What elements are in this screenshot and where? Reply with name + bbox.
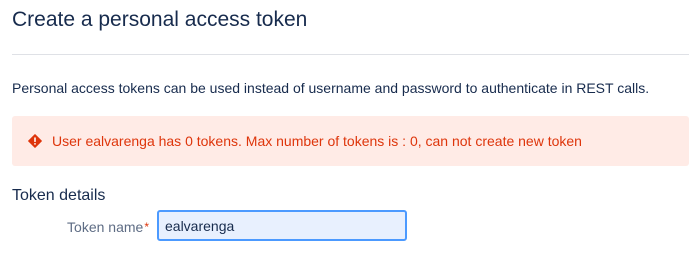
required-marker: * [144,220,149,234]
error-icon [28,134,42,148]
token-details-heading: Token details [12,187,106,204]
token-name-input[interactable] [157,210,407,241]
token-name-label-text: Token name [67,219,144,235]
page-title: Create a personal access token [12,8,308,31]
title-divider [12,54,689,55]
error-message: User ealvarenga has 0 tokens. Max number… [52,133,582,149]
token-name-label: Token name* [67,218,149,236]
error-banner: User ealvarenga has 0 tokens. Max number… [12,116,689,166]
create-token-page: Create a personal access token Personal … [0,0,689,260]
token-name-field-row: Token name* [0,210,689,241]
page-description: Personal access tokens can be used inste… [12,80,650,96]
